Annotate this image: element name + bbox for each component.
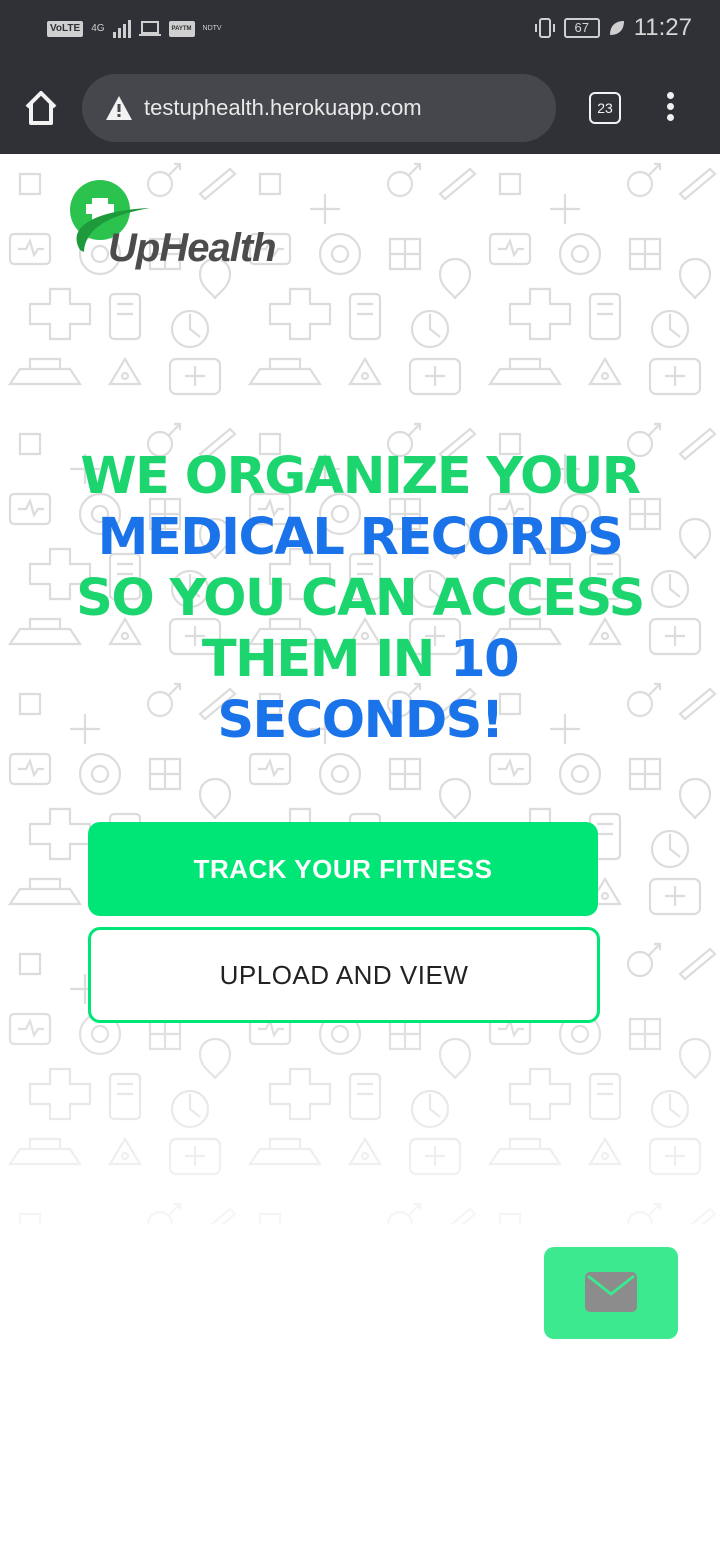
contact-mail-button[interactable] [544,1247,678,1339]
mail-icon [585,1272,637,1312]
track-fitness-button[interactable]: TRACK YOUR FITNESS [88,822,598,916]
laptop-icon [138,21,161,36]
battery-indicator: 67 [563,18,600,38]
uphealth-logo[interactable]: UpHealth [70,180,310,276]
hero-line-1: WE ORGANIZE YOUR [80,447,641,506]
hero-line-4: THEM IN 10 [60,629,660,690]
hero-line-3: SO YOU CAN ACCESS [76,569,645,628]
hero-headline: WE ORGANIZE YOUR MEDICAL RECORDS SO YOU … [60,446,660,751]
volte-badge: VoLTE [47,21,84,37]
network-type: 4G [91,23,105,34]
ndtv-icon: NDTV [202,25,222,32]
status-right: 67 11:27 [534,14,692,42]
paytm-icon: PAYTM [168,21,195,37]
vibrate-icon [534,18,555,38]
signal-icon [112,20,131,38]
address-bar[interactable]: testuphealth.herokuapp.com [82,74,556,142]
warning-icon[interactable] [104,94,134,122]
clock: 11:27 [633,14,692,41]
menu-icon[interactable] [667,92,675,125]
hero-line-4-number: 10 [450,630,519,689]
hero-line-4-text: THEM IN [201,630,451,689]
page-content: UpHealth WE ORGANIZE YOUR MEDICAL RECORD… [0,154,720,1560]
status-left: VoLTE 4G PAYTM NDTV [47,20,222,38]
hero-line-5: SECONDS! [217,691,504,750]
url-text[interactable]: testuphealth.herokuapp.com [144,94,422,122]
tab-switcher-button[interactable]: 23 [589,92,621,124]
status-bar: VoLTE 4G PAYTM NDTV 67 11:27 [0,0,720,62]
home-icon[interactable] [24,88,58,128]
upload-and-view-button[interactable]: UPLOAD AND VIEW [88,927,600,1023]
hero-line-2: MEDICAL RECORDS [97,508,624,567]
logo-text: UpHealth [108,226,277,270]
leaf-icon [609,21,624,35]
browser-toolbar: testuphealth.herokuapp.com 23 [0,62,720,154]
